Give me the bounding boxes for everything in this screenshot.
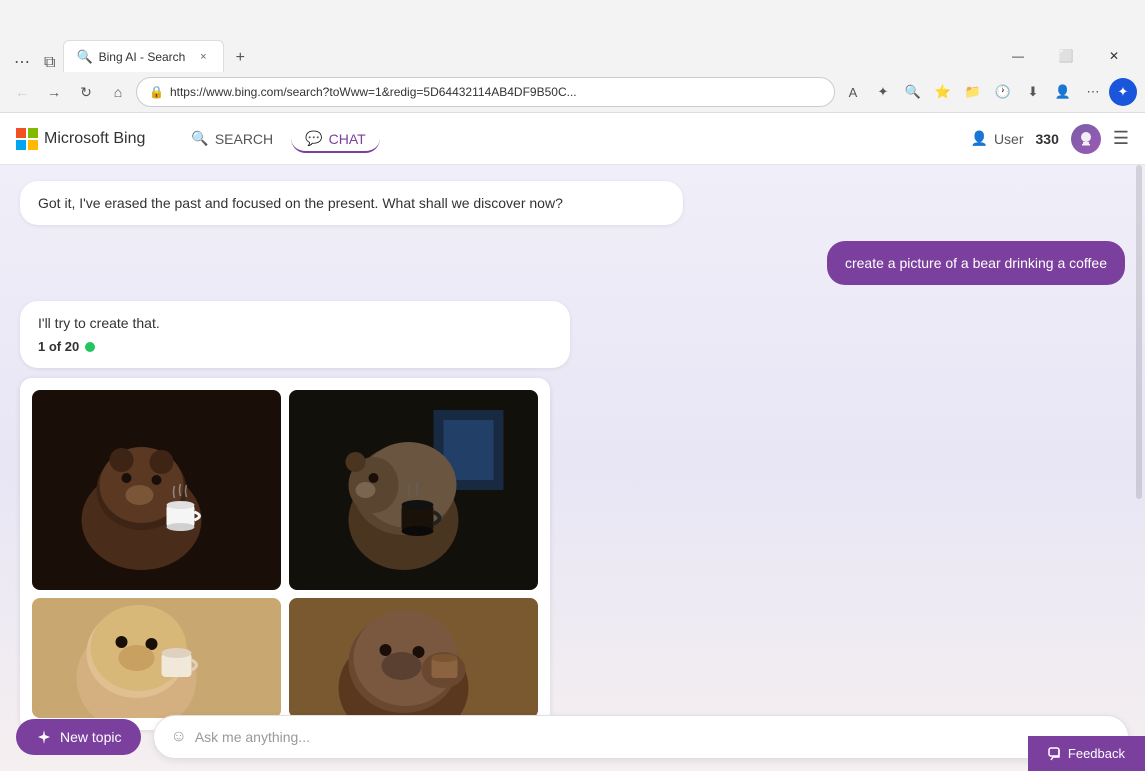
lock-icon: 🔒 [149, 85, 164, 99]
score-value: 330 [1036, 131, 1059, 147]
chat-input-emoji-icon: ☺ [170, 728, 186, 746]
bing-logo: Microsoft Bing [16, 128, 145, 150]
maximize-button[interactable]: ⬜ [1043, 40, 1089, 72]
bing-header: Microsoft Bing 🔍 SEARCH 💬 CHAT 👤 User 33… [0, 113, 1145, 165]
toolbar-icons: A ✦ 🔍 ⭐ 📁 🕐 ⬇ 👤 ⋯ ✦ [839, 78, 1137, 106]
image-results-card [20, 378, 550, 730]
microsoft-logo [16, 128, 38, 150]
copilot-sidebar-icon[interactable]: ✦ [1109, 78, 1137, 106]
tabs-bar: ⋯ ⧉ 🔍 Bing AI - Search × + — ⬜ ✕ [0, 36, 1145, 72]
image-grid [32, 390, 538, 718]
bot-response-text: I'll try to create that. [38, 315, 160, 331]
tab-close-button[interactable]: × [195, 49, 211, 65]
history-icon[interactable]: 🕐 [989, 78, 1017, 106]
search-tab-label: SEARCH [215, 131, 273, 147]
address-bar: ← → ↻ ⌂ 🔒 https://www.bing.com/search?to… [0, 72, 1145, 112]
translate-icon[interactable]: A [839, 78, 867, 106]
back-button[interactable]: ← [8, 78, 36, 106]
profile-icon[interactable]: 👤 [1049, 78, 1077, 106]
header-right: 👤 User 330 ☰ [971, 124, 1130, 154]
scrollbar-track[interactable] [1135, 165, 1143, 721]
new-topic-button[interactable]: New topic [16, 719, 141, 755]
bottom-bar: New topic ☺ Ask me anything... [0, 703, 1145, 771]
sparkle-icon [36, 729, 52, 745]
new-topic-label: New topic [60, 729, 121, 745]
bing-logo-text: Microsoft Bing [44, 130, 145, 148]
active-tab[interactable]: 🔍 Bing AI - Search × [63, 40, 224, 72]
user-area[interactable]: 👤 User [971, 130, 1024, 147]
refresh-button[interactable]: ↻ [72, 78, 100, 106]
forward-button[interactable]: → [40, 78, 68, 106]
bot-response-message: I'll try to create that. 1 of 20 [20, 301, 570, 368]
reward-icon[interactable] [1071, 124, 1101, 154]
trophy-icon [1078, 131, 1094, 147]
home-button[interactable]: ⌂ [104, 78, 132, 106]
chat-tab-label: CHAT [329, 131, 366, 147]
user-message-1: create a picture of a bear drinking a co… [827, 241, 1125, 285]
user-message-text: create a picture of a bear drinking a co… [845, 255, 1107, 271]
tab-search-icon[interactable]: 🔍 [899, 78, 927, 106]
chat-tab[interactable]: 💬 CHAT [291, 124, 380, 153]
status-dot [85, 342, 95, 352]
url-bar[interactable]: 🔒 https://www.bing.com/search?toWww=1&re… [136, 77, 835, 107]
bear-image-4[interactable] [289, 598, 538, 718]
downloads-icon[interactable]: ⬇ [1019, 78, 1047, 106]
extensions-icon[interactable]: ⋯ [8, 52, 36, 72]
search-tab[interactable]: 🔍 SEARCH [177, 124, 287, 153]
user-label: User [994, 131, 1024, 147]
counter-text: 1 of 20 [38, 339, 79, 354]
chat-input-area[interactable]: ☺ Ask me anything... [153, 715, 1129, 759]
new-tab-button[interactable]: + [226, 44, 254, 72]
bear-image-1[interactable] [32, 390, 281, 590]
user-icon: 👤 [971, 130, 988, 147]
feedback-button[interactable]: Feedback [1028, 736, 1145, 771]
more-button[interactable]: ⋯ [1079, 78, 1107, 106]
nav-tabs: 🔍 SEARCH 💬 CHAT [177, 124, 379, 153]
tab-list-icon[interactable]: ⧉ [38, 54, 61, 72]
chat-messages: Got it, I've erased the past and focused… [0, 165, 1145, 771]
feedback-icon [1048, 747, 1062, 761]
favorites-icon[interactable]: ⭐ [929, 78, 957, 106]
minimize-button[interactable]: — [995, 40, 1041, 72]
chat-placeholder: Ask me anything... [195, 729, 1112, 745]
feedback-label: Feedback [1068, 746, 1125, 761]
bot-message-1: Got it, I've erased the past and focused… [20, 181, 683, 225]
bear-image-3[interactable] [32, 598, 281, 718]
close-button[interactable]: ✕ [1091, 40, 1137, 72]
bear-image-2[interactable] [289, 390, 538, 590]
scrollbar-thumb[interactable] [1136, 165, 1142, 499]
response-counter: 1 of 20 [38, 339, 552, 354]
bot-message-text-1: Got it, I've erased the past and focused… [38, 195, 563, 211]
tab-title: Bing AI - Search [99, 50, 186, 64]
collections-icon[interactable]: 📁 [959, 78, 987, 106]
url-text: https://www.bing.com/search?toWww=1&redi… [170, 85, 822, 99]
tab-favicon: 🔍 [76, 49, 92, 65]
search-tab-icon: 🔍 [191, 130, 208, 147]
score-badge: 330 [1036, 131, 1059, 147]
title-bar [0, 0, 1145, 36]
reader-icon[interactable]: ✦ [869, 78, 897, 106]
chat-tab-icon: 💬 [305, 130, 322, 147]
chat-container: Got it, I've erased the past and focused… [0, 165, 1145, 771]
hamburger-menu[interactable]: ☰ [1113, 128, 1129, 149]
